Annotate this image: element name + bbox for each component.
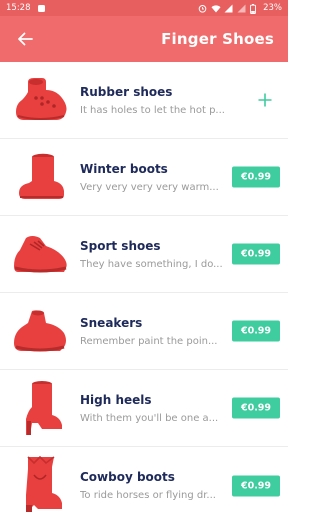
- item-description: They have something, I do...: [80, 258, 223, 270]
- item-name: Sneakers: [80, 315, 143, 330]
- wifi-icon: [211, 4, 221, 13]
- item-name: Rubber shoes: [80, 84, 173, 99]
- back-button[interactable]: [12, 26, 38, 52]
- buy-button[interactable]: €0.99: [232, 475, 280, 496]
- sneaker-icon: [10, 300, 72, 362]
- list-item[interactable]: Sneakers Remember paint the poin... €0.9…: [0, 293, 288, 370]
- add-button[interactable]: [250, 85, 280, 115]
- list-item[interactable]: Cowboy boots To ride horses or flying dr…: [0, 447, 288, 512]
- notification-icon: [37, 4, 46, 13]
- list-item[interactable]: Rubber shoes It has holes to let the hot…: [0, 62, 288, 139]
- item-description: It has holes to let the hot p...: [80, 104, 225, 116]
- item-description: To ride horses or flying dr...: [80, 490, 216, 501]
- back-arrow-icon: [18, 32, 33, 46]
- buy-button[interactable]: €0.99: [232, 397, 280, 419]
- signal-icon-2: [237, 4, 246, 13]
- shoe-list: Rubber shoes It has holes to let the hot…: [0, 62, 288, 512]
- item-name: Sport shoes: [80, 238, 161, 253]
- high-heel-icon: [10, 377, 72, 439]
- rubber-shoe-icon: [10, 69, 72, 131]
- item-name: High heels: [80, 392, 152, 407]
- plus-icon: [258, 93, 272, 107]
- item-description: With them you'll be one a...: [80, 412, 219, 424]
- winter-boot-icon: [10, 146, 72, 208]
- battery-percent: 23%: [263, 3, 282, 13]
- buy-button[interactable]: €0.99: [232, 243, 280, 265]
- battery-icon: [250, 3, 259, 14]
- list-item[interactable]: Sport shoes They have something, I do...…: [0, 216, 288, 293]
- app-bar: Finger Shoes: [0, 16, 288, 62]
- status-bar: 15:28 23%: [0, 0, 288, 16]
- item-name: Winter boots: [80, 161, 168, 176]
- buy-button[interactable]: €0.99: [232, 320, 280, 342]
- cowboy-boot-icon: [10, 455, 72, 512]
- list-item[interactable]: Winter boots Very very very very warm...…: [0, 139, 288, 216]
- buy-button[interactable]: €0.99: [232, 166, 280, 188]
- signal-icon: [224, 4, 233, 13]
- sport-shoe-icon: [10, 223, 72, 285]
- item-name: Cowboy boots: [80, 470, 175, 484]
- alarm-icon: [198, 4, 207, 13]
- page-title: Finger Shoes: [161, 30, 274, 48]
- item-description: Very very very very warm...: [80, 181, 219, 193]
- item-description: Remember paint the poin...: [80, 335, 218, 347]
- list-item[interactable]: High heels With them you'll be one a... …: [0, 370, 288, 447]
- status-time: 15:28: [6, 3, 31, 13]
